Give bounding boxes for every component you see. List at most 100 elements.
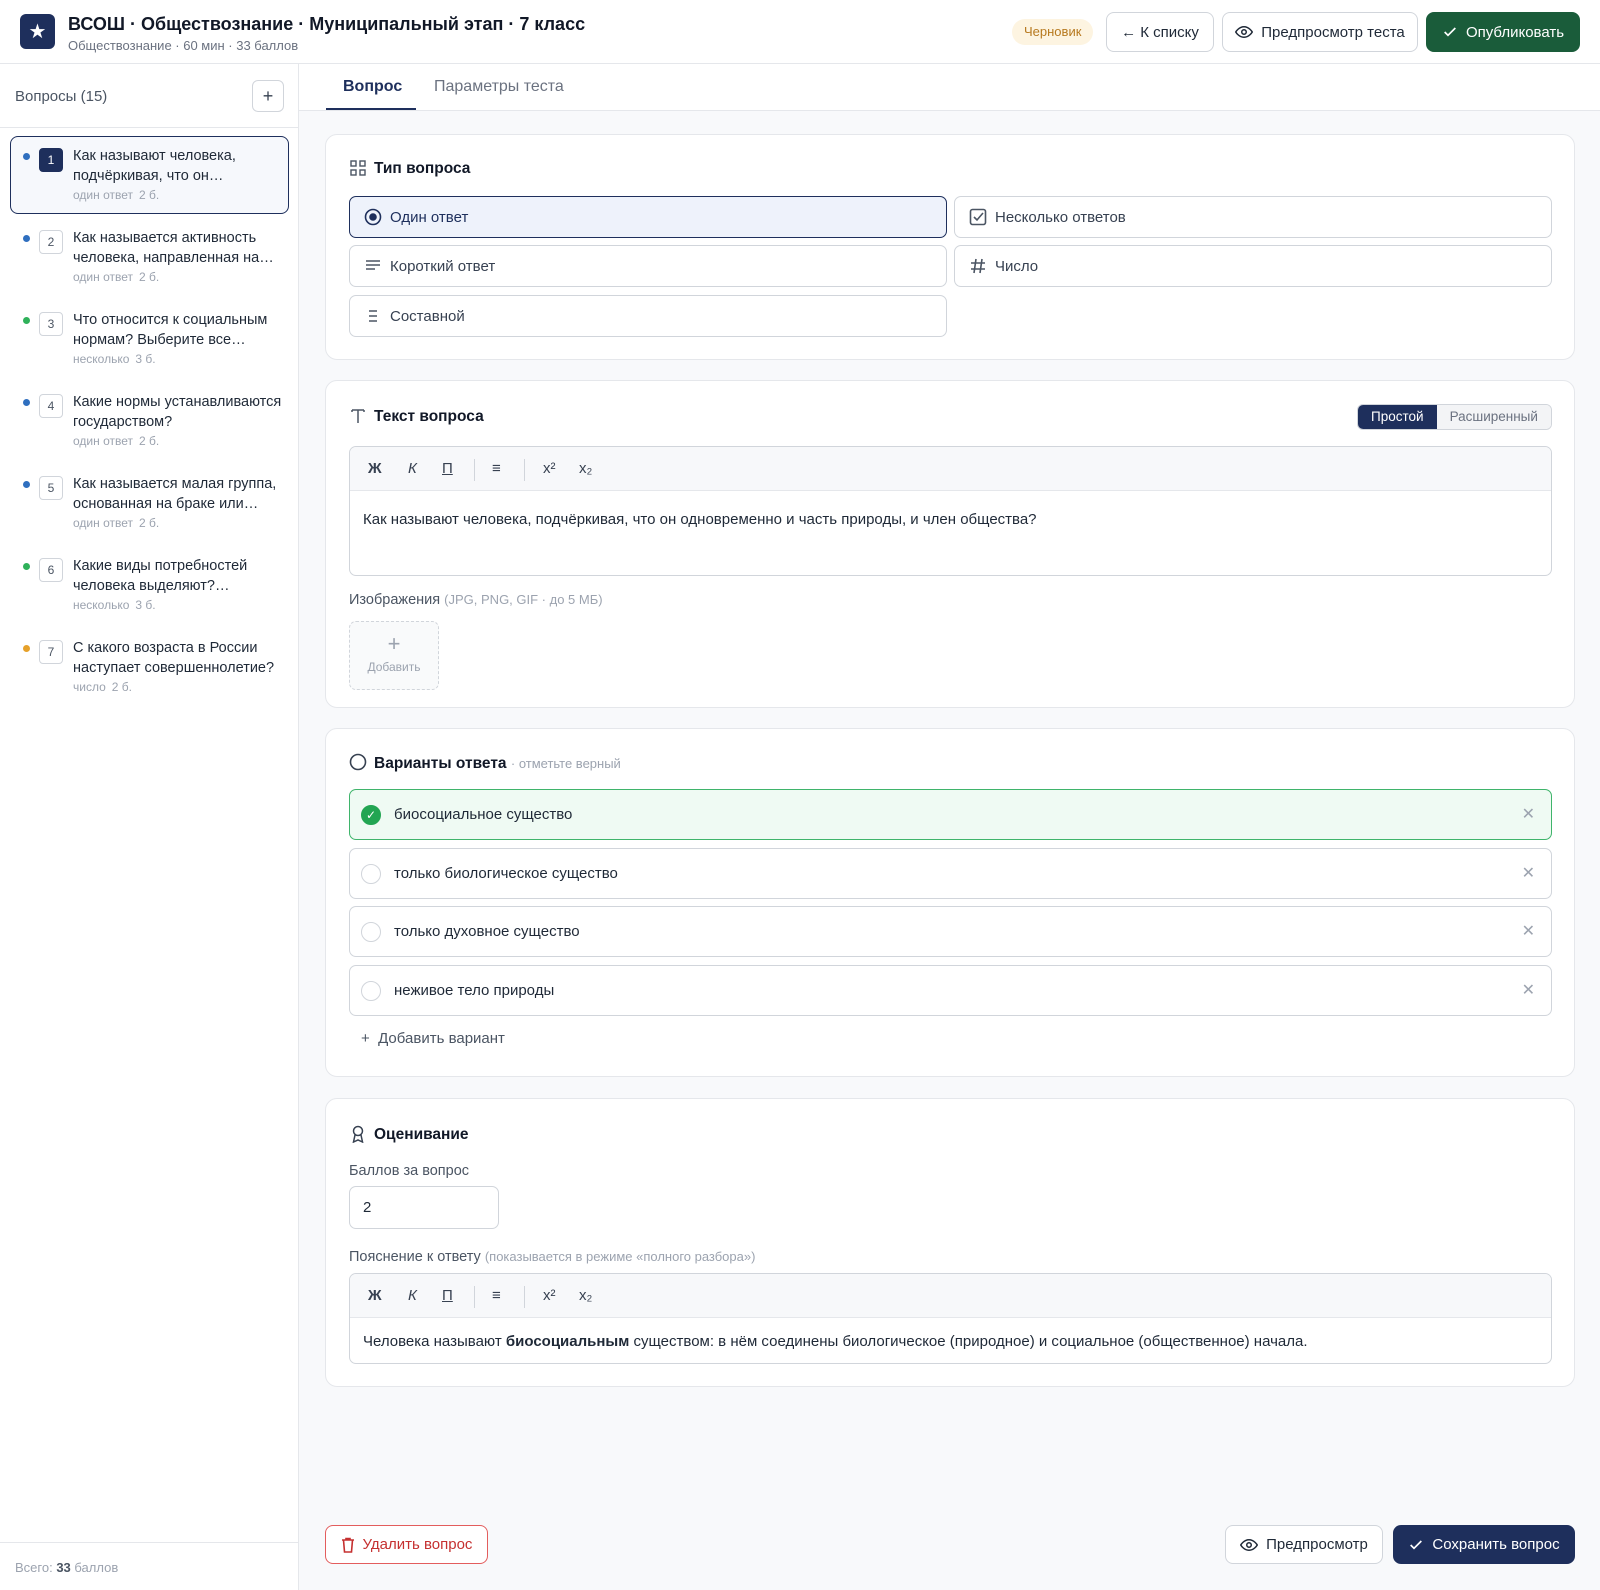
answer-option[interactable]: неживое тело природы ✕ bbox=[349, 964, 1552, 1016]
mode-simple-button[interactable]: Простой bbox=[1358, 405, 1437, 429]
question-points: 2 б. bbox=[139, 434, 160, 448]
answer-option-text[interactable]: неживое тело природы bbox=[394, 982, 554, 999]
answer-option-text[interactable]: только духовное существо bbox=[394, 923, 580, 940]
answer-option[interactable]: только духовное существо ✕ bbox=[349, 906, 1552, 957]
sidebar-question-item[interactable]: 6 Какие виды потребностей человека выделя… bbox=[10, 546, 289, 624]
preview-label: Предпросмотр bbox=[1266, 1536, 1368, 1553]
remove-option-icon[interactable]: ✕ bbox=[1522, 980, 1535, 1000]
answer-option[interactable]: только биологическое существо ✕ bbox=[349, 847, 1552, 899]
eye-icon bbox=[1240, 1536, 1259, 1554]
remove-option-icon[interactable]: ✕ bbox=[1522, 863, 1535, 883]
radio-icon[interactable] bbox=[361, 980, 381, 1001]
preview-test-button[interactable]: Предпросмотр теста bbox=[1222, 12, 1418, 52]
subscript-button[interactable]: x₂ bbox=[579, 460, 592, 477]
type-compound-button[interactable]: Составной bbox=[349, 295, 947, 337]
status-badge: Черновик bbox=[1012, 19, 1094, 45]
italic-button[interactable]: К bbox=[408, 460, 417, 477]
remove-option-icon[interactable]: ✕ bbox=[1522, 804, 1535, 824]
bold-button[interactable]: Ж bbox=[368, 460, 382, 477]
list-button[interactable]: ≡ bbox=[492, 460, 501, 477]
page-subtitle: Обществознание · 60 мин · 33 баллов bbox=[68, 38, 299, 53]
checkbox-icon bbox=[969, 208, 987, 226]
question-text-content[interactable]: Как называют человека, подчёркивая, что … bbox=[363, 511, 1037, 528]
tab-question[interactable]: Вопрос bbox=[343, 78, 402, 96]
toolbar-divider bbox=[524, 459, 525, 481]
check-icon bbox=[1408, 1537, 1424, 1553]
delete-question-button[interactable]: Удалить вопрос bbox=[325, 1525, 488, 1564]
explanation-editor: Ж К П ≡ x² x₂ Человека называют биосоциа… bbox=[349, 1273, 1552, 1364]
add-question-button[interactable]: + bbox=[252, 80, 284, 112]
sidebar-question-item[interactable]: 1 Как называют человека, подчёркивая, что… bbox=[10, 136, 289, 214]
mode-advanced-button[interactable]: Расширенный bbox=[1436, 405, 1551, 429]
sidebar-footer: Всего: 33 баллов bbox=[0, 1542, 299, 1590]
remove-option-icon[interactable]: ✕ bbox=[1522, 921, 1535, 941]
underline-button[interactable]: П bbox=[442, 1287, 453, 1304]
sidebar-question-item[interactable]: 3 Что относится к социальным нормам? Выбе… bbox=[10, 300, 289, 378]
sidebar-question-item[interactable]: 7 С какого возраста в России наступает со… bbox=[10, 628, 289, 706]
question-number: 7 bbox=[39, 640, 63, 664]
answer-option-text[interactable]: только биологическое существо bbox=[394, 865, 618, 882]
correct-check-icon[interactable]: ✓ bbox=[361, 805, 381, 825]
active-tab-indicator bbox=[326, 108, 416, 110]
underline-button[interactable]: П bbox=[442, 460, 453, 477]
sidebar-question-item[interactable]: 2 Как называется активность человека, нап… bbox=[10, 218, 289, 296]
answers-hint: · отметьте верный bbox=[510, 756, 621, 771]
superscript-button[interactable]: x² bbox=[543, 1287, 556, 1304]
type-multiple-button[interactable]: Несколько ответов bbox=[954, 196, 1552, 238]
question-number: 4 bbox=[39, 394, 63, 418]
points-input[interactable]: 2 bbox=[349, 1186, 499, 1229]
grid-icon bbox=[349, 159, 367, 177]
explanation-text-bold: биосоциальным bbox=[505, 1333, 630, 1350]
type-short-label: Короткий ответ bbox=[390, 258, 496, 275]
tab-test-params[interactable]: Параметры теста bbox=[434, 78, 564, 96]
answers-title: Варианты ответа · отметьте верный bbox=[374, 755, 621, 773]
question-number: 5 bbox=[39, 476, 63, 500]
publish-button[interactable]: Опубликовать bbox=[1426, 12, 1580, 52]
type-short-button[interactable]: Короткий ответ bbox=[349, 245, 947, 287]
status-dot bbox=[23, 235, 30, 242]
superscript-button[interactable]: x² bbox=[543, 460, 556, 477]
status-dot bbox=[23, 317, 30, 324]
hash-icon bbox=[969, 257, 987, 275]
answer-option-text[interactable]: биосоциальное существо bbox=[394, 806, 572, 823]
subscript-button[interactable]: x₂ bbox=[579, 1287, 592, 1304]
sidebar-question-item[interactable]: 5 Как называется малая группа, основанная… bbox=[10, 464, 289, 542]
add-image-button[interactable]: + Добавить bbox=[349, 621, 439, 690]
radio-icon[interactable] bbox=[361, 863, 381, 884]
answers-card: Варианты ответа · отметьте верный ✓ биосо… bbox=[325, 728, 1575, 1077]
images-label-text: Изображения bbox=[349, 592, 441, 608]
grading-title: Оценивание bbox=[374, 1126, 469, 1143]
type-single-label: Один ответ bbox=[390, 209, 469, 226]
star-logo-icon: ★ bbox=[20, 14, 55, 49]
question-meta: несколько 3 б. bbox=[73, 352, 162, 366]
status-dot bbox=[23, 399, 30, 406]
question-type-card: Тип вопроса Один ответ Несколько ответов… bbox=[325, 134, 1575, 360]
question-meta: один ответ 2 б. bbox=[73, 188, 165, 202]
sidebar-question-item[interactable]: 4 Какие нормы устанавливаются государство… bbox=[10, 382, 289, 460]
question-type: один ответ bbox=[73, 270, 133, 284]
preview-button[interactable]: Предпросмотр bbox=[1225, 1525, 1383, 1564]
save-question-button[interactable]: Сохранить вопрос bbox=[1393, 1525, 1575, 1564]
explanation-content[interactable]: Человека называют биосоциальным существо… bbox=[363, 1333, 1308, 1350]
type-single-button[interactable]: Один ответ bbox=[349, 196, 947, 238]
back-to-list-button[interactable]: ← К списку bbox=[1106, 12, 1214, 52]
italic-button[interactable]: К bbox=[408, 1287, 417, 1304]
add-option-button[interactable]: + Добавить вариант bbox=[361, 1030, 505, 1047]
question-meta: один ответ 2 б. bbox=[73, 516, 165, 530]
question-preview-text: С какого возраста в России наступает сов… bbox=[73, 640, 275, 676]
explanation-hint: (показывается в режиме «полного разбора»… bbox=[484, 1249, 756, 1264]
type-multiple-label: Несколько ответов bbox=[995, 209, 1126, 226]
toolbar-divider bbox=[524, 1286, 525, 1308]
question-number: 6 bbox=[39, 558, 63, 582]
list-button[interactable]: ≡ bbox=[492, 1287, 501, 1304]
question-points: 3 б. bbox=[135, 352, 156, 366]
type-number-button[interactable]: Число bbox=[954, 245, 1552, 287]
total-suffix: баллов bbox=[70, 1560, 119, 1575]
back-label: ← К списку bbox=[1121, 23, 1199, 41]
answer-option[interactable]: ✓ биосоциальное существо ✕ bbox=[349, 789, 1552, 840]
radio-icon[interactable] bbox=[361, 922, 381, 942]
question-text-card: Текст вопроса Простой Расширенный Ж К П … bbox=[325, 380, 1575, 708]
explanation-text-before: Человека называют bbox=[363, 1333, 506, 1350]
type-number-label: Число bbox=[995, 258, 1039, 275]
bold-button[interactable]: Ж bbox=[368, 1287, 382, 1304]
